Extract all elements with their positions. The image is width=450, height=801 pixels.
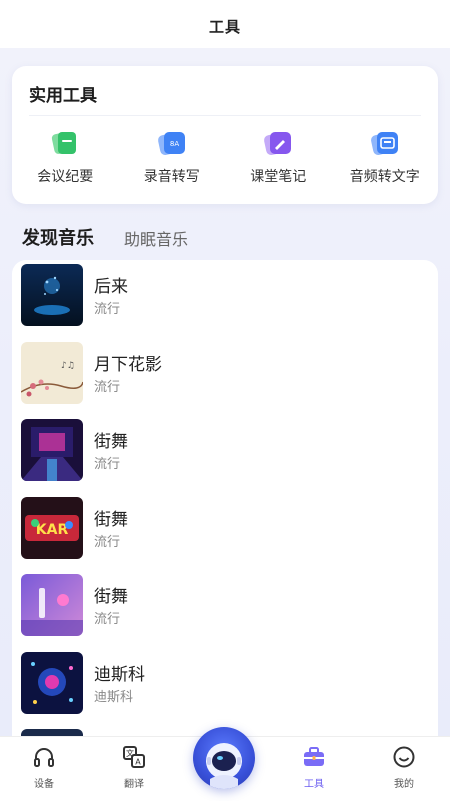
tools-title: 实用工具 (29, 86, 97, 106)
headphones-icon (34, 748, 54, 767)
song-title: 街舞 (94, 509, 128, 530)
tool-label: 录音转写 (143, 169, 200, 185)
music-list: 后来 流行 ♪♫ 月下花影 流行 街舞 流行 KAR 街舞 流行 街舞 流行 迪… (12, 260, 438, 736)
tabbar-item-tools[interactable]: 工具 (274, 745, 354, 790)
song-genre: 迪斯科 (94, 689, 134, 705)
meeting-notes-icon (52, 132, 77, 154)
tab-sleep-music[interactable]: 助眠音乐 (124, 226, 188, 250)
tabbar-label: 我的 (394, 779, 414, 790)
class-notes-icon (264, 132, 292, 155)
list-item[interactable]: 迪斯科 迪斯科 (12, 648, 438, 726)
album-cover (21, 574, 83, 636)
tool-meeting-notes[interactable]: 会议纪要 (12, 128, 119, 186)
album-cover (21, 419, 83, 481)
album-cover (21, 729, 83, 736)
song-genre: 流行 (94, 302, 121, 317)
tabbar-label: 翻译 (124, 779, 144, 790)
list-item[interactable]: 街舞 流行 (12, 415, 438, 493)
audio-to-text-icon (370, 132, 398, 155)
center-astronaut-button[interactable] (193, 727, 255, 789)
tool-recording-transcribe[interactable]: 8A 录音转写 (119, 128, 226, 186)
song-title: 迪斯科 (94, 664, 145, 685)
tab-label: 助眠音乐 (124, 230, 189, 249)
tool-label: 课堂笔记 (250, 169, 307, 185)
tools-card: 实用工具 会议纪要 8A 录音转写 课堂笔记 音频转文字 (12, 66, 438, 204)
tabbar-item-translate[interactable]: 文 A 翻译 (94, 745, 174, 790)
tools-row: 会议纪要 8A 录音转写 课堂笔记 音频转文字 (12, 128, 438, 186)
recording-transcribe-icon: 8A (157, 132, 185, 155)
top-header: 工具 (0, 0, 450, 48)
svg-text:文: 文 (126, 748, 134, 758)
list-item[interactable]: ♪♫ 月下花影 流行 (12, 338, 438, 416)
song-title: 街舞 (94, 432, 128, 452)
song-genre: 流行 (94, 379, 121, 395)
list-item[interactable]: 后来 流行 (12, 260, 438, 338)
svg-text:KAR: KAR (36, 522, 69, 538)
tabbar-label: 设备 (34, 779, 54, 790)
album-cover (21, 264, 83, 326)
svg-text:8A: 8A (170, 140, 179, 148)
list-item[interactable]: KAR 街舞 流行 (12, 493, 438, 571)
tool-audio-to-text[interactable]: 音频转文字 (332, 128, 439, 186)
astronaut-icon (206, 743, 242, 789)
album-cover (21, 651, 83, 714)
tab-discover-music[interactable]: 发现音乐 (22, 224, 94, 250)
song-genre: 流行 (94, 534, 121, 550)
tool-label: 会议纪要 (37, 169, 94, 185)
tool-label: 音频转文字 (349, 169, 420, 185)
album-cover: KAR (21, 496, 83, 559)
page-title: 工具 (208, 17, 241, 36)
music-tabs: 发现音乐 助眠音乐 (22, 224, 188, 250)
list-item[interactable]: 街舞 流行 (12, 570, 438, 648)
tabbar-item-device[interactable]: 设备 (4, 745, 84, 790)
tabbar-label: 工具 (304, 779, 324, 790)
main-content: 实用工具 会议纪要 8A 录音转写 课堂笔记 音频转文字 发现音乐 助眠音乐 后… (0, 48, 450, 736)
tool-class-notes[interactable]: 课堂笔记 (225, 128, 332, 186)
toolbox-icon (304, 747, 324, 766)
song-genre: 流行 (94, 612, 121, 627)
tabbar-item-mine[interactable]: 我的 (364, 745, 444, 790)
tab-label: 发现音乐 (22, 228, 94, 249)
svg-text:♪♫: ♪♫ (61, 361, 75, 371)
translate-icon: 文 A (123, 746, 145, 768)
song-genre: 流行 (94, 457, 121, 472)
song-title: 月下花影 (94, 354, 162, 375)
smiley-icon (393, 746, 415, 768)
tools-divider (29, 115, 421, 116)
song-title: 街舞 (94, 587, 128, 607)
album-cover: ♪♫ (21, 341, 83, 404)
svg-text:A: A (135, 758, 141, 767)
song-title: 后来 (94, 277, 128, 297)
